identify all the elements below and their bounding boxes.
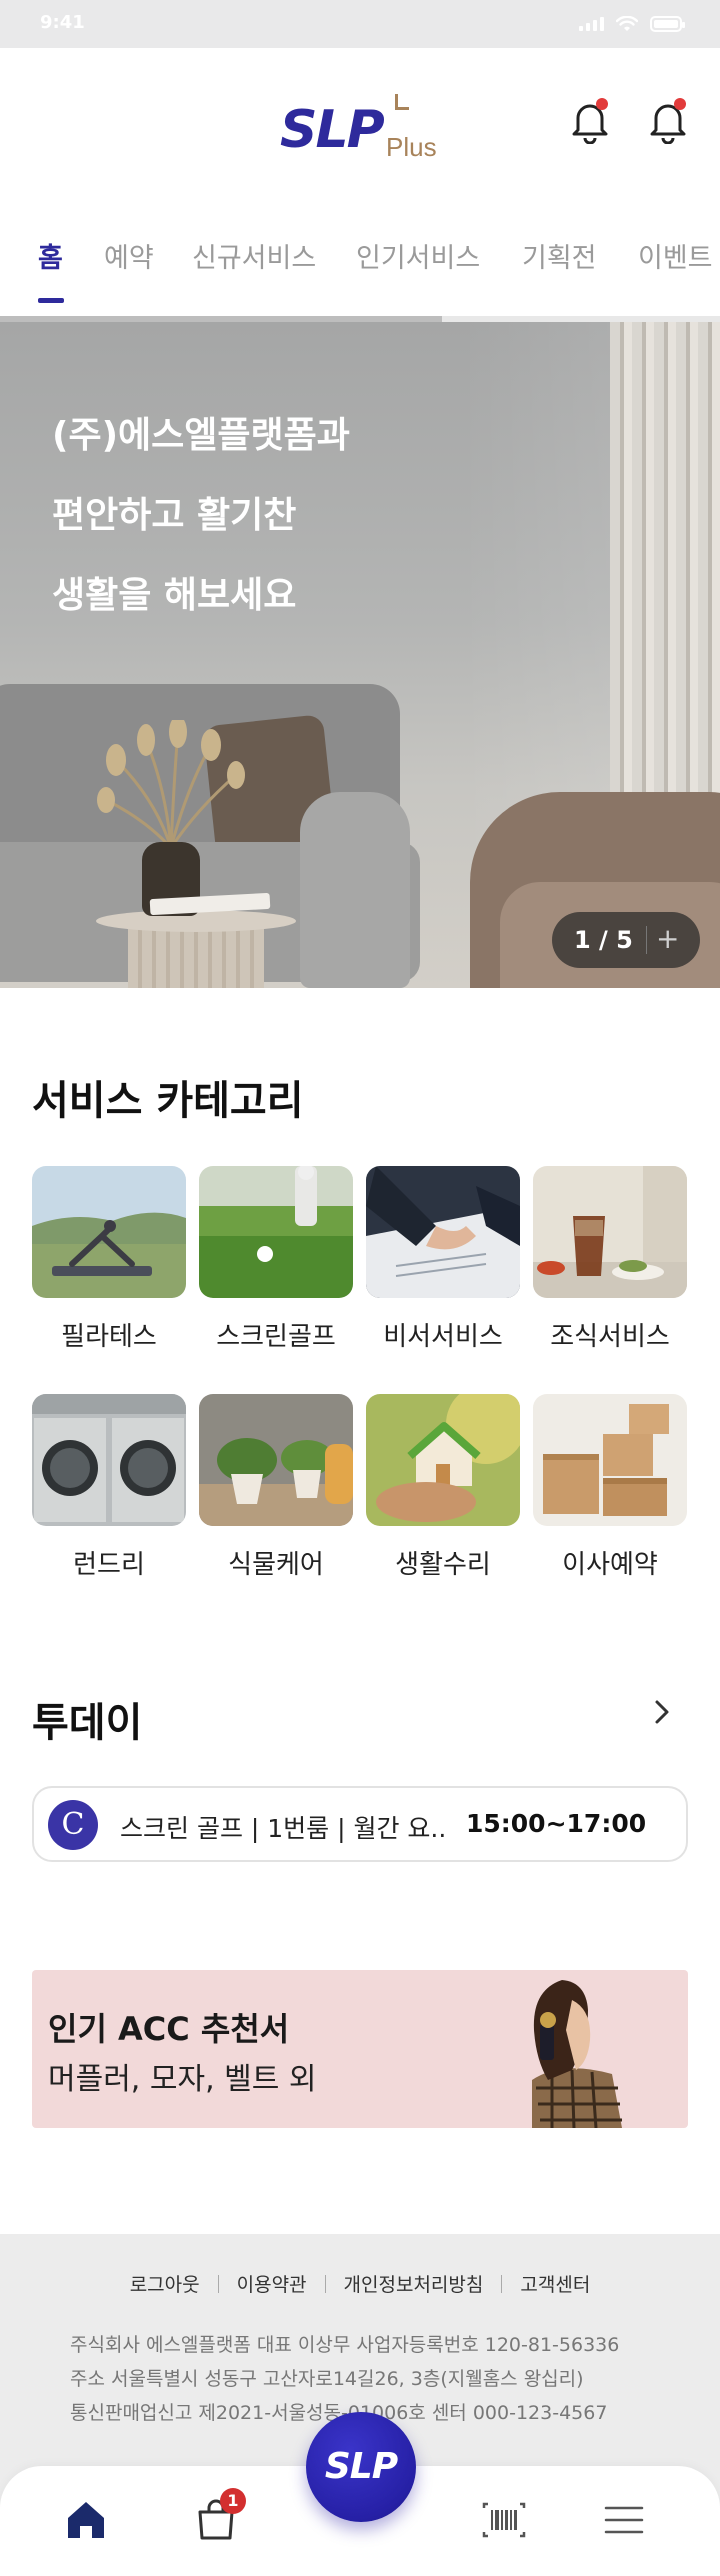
logo-main: SLP xyxy=(280,100,385,160)
status-time: 9:41 xyxy=(40,12,85,33)
today-title: 투데이 xyxy=(32,1700,143,1746)
category-screen-golf[interactable]: 스크린골프 xyxy=(199,1166,353,1353)
menu-icon xyxy=(604,2506,644,2534)
hero-line-1: (주)에스엘플랫폼과 xyxy=(52,415,350,456)
status-bar: 9:41 xyxy=(0,0,720,48)
category-pilates[interactable]: 필라테스 xyxy=(32,1166,186,1353)
signal-icon xyxy=(579,17,604,31)
home-icon xyxy=(68,2502,104,2538)
nav-barcode-button[interactable] xyxy=(478,2494,530,2546)
company-info-line-1: 주식회사 에스엘플랫폼 대표 이상무 사업자등록번호 120-81-56336 xyxy=(70,2334,620,2356)
logo-plus-mark xyxy=(388,94,409,110)
category-breakfast[interactable]: 조식서비스 xyxy=(533,1166,687,1353)
barcode-icon xyxy=(482,2502,526,2538)
hero-headline: (주)에스엘플랫폼과 편안하고 활기찬 생활을 해보세요 xyxy=(52,396,350,636)
category-moving[interactable]: 이사예약 xyxy=(533,1394,687,1581)
notification-bell-button[interactable] xyxy=(570,96,610,145)
banner-model-photo xyxy=(532,1980,622,2128)
service-category-title: 서비스 카테고리 xyxy=(32,1078,304,1124)
tab-home[interactable]: 홈 xyxy=(38,236,63,275)
nav-cart-button[interactable]: 1 xyxy=(190,2488,246,2546)
hero-pager-count: 1 / 5 xyxy=(574,926,633,954)
nav-home-button[interactable] xyxy=(60,2494,112,2546)
category-plant-care[interactable]: 식물케어 xyxy=(199,1394,353,1581)
fab-label: SLP xyxy=(324,2446,398,2487)
reservation-badge: C xyxy=(48,1800,98,1850)
reservation-title: 스크린 골프 | 1번룸 | 월간 요.. xyxy=(120,1814,447,1843)
plus-icon[interactable]: + xyxy=(656,922,679,955)
hero-curtain xyxy=(610,322,720,842)
privacy-policy-link[interactable]: 개인정보처리방침 xyxy=(326,2270,502,2297)
repair-photo xyxy=(366,1394,520,1526)
category-laundry[interactable]: 런드리 xyxy=(32,1394,186,1581)
company-info-line-2: 주소 서울특별시 성동구 고산자로14길26, 3층(지웰홈스 왕십리) xyxy=(70,2368,584,2390)
golf-photo xyxy=(199,1166,353,1298)
plant-photo xyxy=(199,1394,353,1526)
banner-title: 인기 ACC 추천서 xyxy=(48,2010,290,2048)
logo-sub: Plus xyxy=(386,132,437,162)
reservation-time: 15:00~17:00 xyxy=(466,1809,647,1838)
acc-promo-banner[interactable]: 인기 ACC 추천서 머플러, 모자, 벨트 외 xyxy=(32,1970,688,2128)
wifi-icon xyxy=(616,16,638,31)
laundry-photo xyxy=(32,1394,186,1526)
nav-menu-button[interactable] xyxy=(598,2494,650,2546)
cart-count-badge: 1 xyxy=(220,2488,246,2514)
category-label: 조식서비스 xyxy=(550,1322,670,1352)
category-label: 필라테스 xyxy=(61,1322,157,1352)
category-label: 스크린골프 xyxy=(216,1322,336,1352)
category-label: 식물케어 xyxy=(228,1550,324,1580)
tab-new-services[interactable]: 신규서비스 xyxy=(192,236,316,275)
logout-link[interactable]: 로그아웃 xyxy=(112,2270,218,2297)
hero-dried-grass xyxy=(97,720,245,850)
tab-exhibitions[interactable]: 기획전 xyxy=(522,236,597,275)
terms-link[interactable]: 이용약관 xyxy=(219,2270,325,2297)
footer-links: 로그아웃 이용약관 개인정보처리방침 고객센터 xyxy=(0,2270,720,2297)
active-tab-indicator xyxy=(38,298,64,303)
category-home-repair[interactable]: 생활수리 xyxy=(366,1394,520,1581)
today-reservation-card[interactable]: C 스크린 골프 | 1번룸 | 월간 요.. 15:00~17:00 xyxy=(32,1786,688,1862)
hero-line-2: 편안하고 활기찬 xyxy=(52,495,297,536)
category-label: 런드리 xyxy=(73,1550,145,1580)
app-header: SLP Plus xyxy=(0,48,720,208)
hero-banner[interactable]: (주)에스엘플랫폼과 편안하고 활기찬 생활을 해보세요 1 / 5 + xyxy=(0,322,720,988)
customer-center-link[interactable]: 고객센터 xyxy=(502,2270,608,2297)
notification-dot xyxy=(596,98,608,110)
alert-bell-button[interactable] xyxy=(648,96,688,145)
chevron-right-icon[interactable] xyxy=(648,1698,676,1726)
tab-reservation[interactable]: 예약 xyxy=(104,236,154,275)
battery-icon xyxy=(650,16,685,32)
secretary-photo xyxy=(366,1166,520,1298)
tab-popular-services[interactable]: 인기서비스 xyxy=(356,236,480,275)
hero-pager[interactable]: 1 / 5 + xyxy=(552,912,700,968)
pilates-photo xyxy=(32,1166,186,1298)
status-icons xyxy=(579,16,685,32)
category-tabs: 홈 예약 신규서비스 인기서비스 기획전 이벤트 xyxy=(0,208,720,312)
category-secretary[interactable]: 비서서비스 xyxy=(366,1166,520,1353)
logo[interactable]: SLP Plus xyxy=(280,88,460,168)
hero-line-3: 생활을 해보세요 xyxy=(52,575,297,616)
category-label: 이사예약 xyxy=(562,1550,658,1580)
tab-events[interactable]: 이벤트 xyxy=(638,236,713,275)
banner-subtitle: 머플러, 모자, 벨트 외 xyxy=(48,2062,317,2097)
breakfast-photo xyxy=(533,1166,687,1298)
notification-dot xyxy=(674,98,686,110)
moving-photo xyxy=(533,1394,687,1526)
category-label: 생활수리 xyxy=(395,1550,491,1580)
slp-home-fab[interactable]: SLP xyxy=(306,2412,416,2522)
category-label: 비서서비스 xyxy=(383,1322,503,1352)
